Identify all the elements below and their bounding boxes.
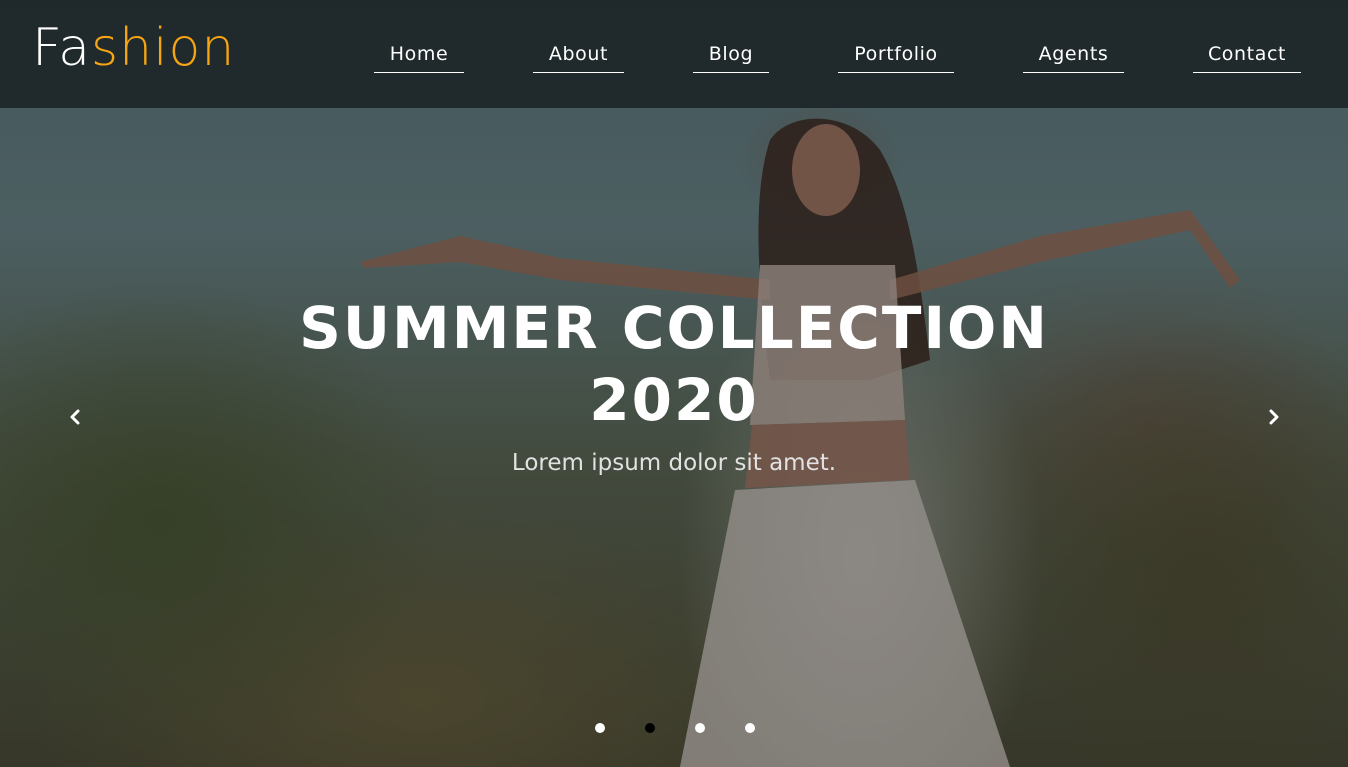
chevron-left-icon (70, 409, 80, 425)
carousel-indicator-4[interactable] (745, 723, 755, 733)
hero-carousel: Fashion Home About Blog Portfolio Agents… (0, 0, 1348, 767)
brand-logo[interactable]: Fashion (32, 16, 235, 80)
nav-link-about[interactable]: About (533, 36, 624, 73)
carousel-indicator-1[interactable] (595, 723, 605, 733)
nav-link-portfolio[interactable]: Portfolio (838, 36, 954, 73)
nav-link-home[interactable]: Home (374, 36, 464, 73)
nav-link-contact[interactable]: Contact (1193, 36, 1301, 73)
carousel-next-button[interactable] (1259, 402, 1289, 432)
carousel-indicator-2[interactable] (645, 723, 655, 733)
main-nav: Home About Blog Portfolio Agents Contact (374, 36, 1301, 76)
brand-logo-part2: shion (91, 18, 236, 78)
carousel-indicators (590, 723, 760, 735)
slide-title-line1: SUMMER COLLECTION (299, 294, 1049, 362)
slide-title: SUMMER COLLECTION 2020 (250, 292, 1098, 436)
chevron-right-icon (1269, 409, 1279, 425)
slide-subtitle: Lorem ipsum dolor sit amet. (511, 450, 837, 476)
carousel-indicator-3[interactable] (695, 723, 705, 733)
slide-title-line2: 2020 (589, 366, 759, 434)
brand-logo-part1: Fa (32, 18, 92, 78)
carousel-prev-button[interactable] (60, 402, 90, 432)
nav-link-blog[interactable]: Blog (693, 36, 769, 73)
nav-link-agents[interactable]: Agents (1023, 36, 1124, 73)
navbar: Fashion Home About Blog Portfolio Agents… (0, 0, 1348, 108)
